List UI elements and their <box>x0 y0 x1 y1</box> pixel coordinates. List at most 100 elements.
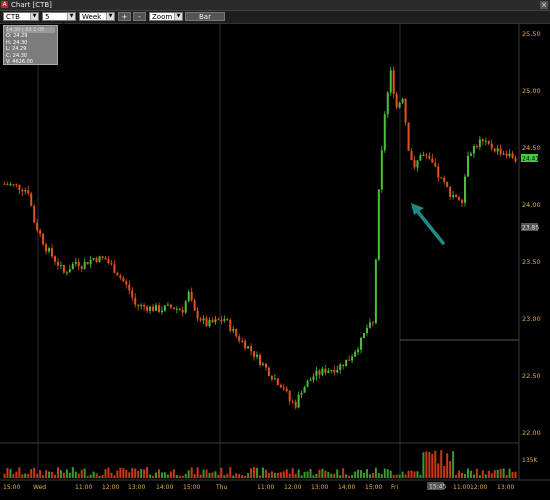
volume-bar <box>508 468 511 478</box>
time-label: Fri <box>391 484 398 491</box>
candle-body <box>348 359 351 361</box>
candle-body <box>6 183 9 185</box>
candle-body <box>294 401 297 408</box>
volume-bar <box>98 475 101 478</box>
ohlc-info-box: 14:30 | 03 1 05 O: 24.29 H: 24.30 L: 24.… <box>3 25 58 65</box>
volume-bar <box>469 470 472 478</box>
time-label: 11:00 <box>75 484 92 491</box>
volume-bar <box>196 467 199 478</box>
volume-scale-label: 135K <box>522 457 538 464</box>
candle-body <box>401 98 404 103</box>
volume-bar <box>3 473 6 478</box>
volume-bar <box>487 470 490 478</box>
candle-body <box>508 153 511 157</box>
volume-bar <box>490 473 493 478</box>
volume-bar <box>232 475 235 478</box>
candle-body <box>428 155 431 159</box>
candle-body <box>472 146 475 154</box>
volume-bar <box>122 467 125 478</box>
candle-body <box>48 248 51 252</box>
candle-body <box>478 139 481 147</box>
candle-body <box>267 367 270 377</box>
volume-bar <box>86 475 89 478</box>
candle-body <box>205 318 208 327</box>
time-label: 15:00 <box>183 484 200 491</box>
candle-body <box>365 327 368 334</box>
candle-body <box>437 166 440 178</box>
candle-body <box>297 394 300 408</box>
candle-body <box>3 183 6 185</box>
candle-body <box>360 337 363 350</box>
volume-bar <box>208 472 211 478</box>
time-label: 12:00 <box>284 484 301 491</box>
volume-series <box>3 450 517 478</box>
volume-bar <box>155 472 158 478</box>
candle-body <box>116 272 119 276</box>
candle-body <box>71 263 74 270</box>
volume-bar <box>461 472 464 478</box>
candle-body <box>175 308 178 310</box>
volume-bar <box>276 473 279 478</box>
candle-body <box>345 359 348 367</box>
volume-bar <box>386 469 389 478</box>
candle-body <box>300 392 303 395</box>
candle-body <box>113 264 116 273</box>
candle-body <box>30 193 33 206</box>
volume-bar <box>342 468 345 478</box>
candle-body <box>36 222 39 231</box>
candle-body <box>178 308 181 310</box>
volume-bar <box>472 474 475 478</box>
candle-body <box>244 340 247 349</box>
volume-bar <box>56 467 59 478</box>
candle-body <box>104 258 107 260</box>
candle-body <box>15 184 18 186</box>
volume-bar <box>443 465 446 478</box>
volume-bar <box>256 467 259 478</box>
candle-body <box>39 230 42 234</box>
volume-bar <box>74 471 77 478</box>
volume-bar <box>53 474 56 478</box>
volume-bar <box>466 468 469 478</box>
price-chart[interactable]: 25.50 25.00 24.50 24.00 23.50 23.00 22.5… <box>0 0 550 500</box>
cursor-time-label: 15:45 <box>429 484 446 491</box>
candle-body <box>321 368 324 375</box>
volume-bar <box>51 472 54 478</box>
volume-bar <box>77 473 80 478</box>
volume-bar <box>244 475 247 478</box>
candle-body <box>466 155 469 177</box>
volume-bar <box>65 469 68 478</box>
candle-body <box>270 376 273 380</box>
volume-bar <box>250 468 253 478</box>
candle-body <box>407 122 410 151</box>
candle-body <box>214 319 217 323</box>
candle-body <box>253 351 256 357</box>
candle-body <box>193 300 196 311</box>
candle-body <box>125 281 128 285</box>
volume-bar <box>24 473 27 478</box>
volume-bar <box>502 468 505 478</box>
volume-bar <box>419 474 422 478</box>
candle-body <box>146 306 149 311</box>
candle-body <box>42 233 45 245</box>
volume-bar <box>131 467 134 478</box>
volume-bar <box>315 473 318 478</box>
volume-bar <box>267 473 270 478</box>
volume-bar <box>259 475 261 478</box>
volume-bar <box>330 473 333 478</box>
candle-body <box>496 148 499 152</box>
candle-body <box>443 177 446 183</box>
volume-bar <box>464 474 467 478</box>
volume-bar <box>455 474 458 478</box>
candle-body <box>461 199 464 203</box>
volume-bar <box>407 470 410 478</box>
volume-bar <box>481 470 484 478</box>
candle-body <box>18 184 21 190</box>
volume-bar <box>104 469 107 478</box>
volume-bar <box>270 471 273 478</box>
volume-bar <box>113 475 116 478</box>
candle-body <box>157 305 160 313</box>
volume-bar <box>345 474 348 478</box>
volume-bar <box>339 475 342 478</box>
volume-bar <box>184 473 187 478</box>
candle-body <box>327 370 330 373</box>
